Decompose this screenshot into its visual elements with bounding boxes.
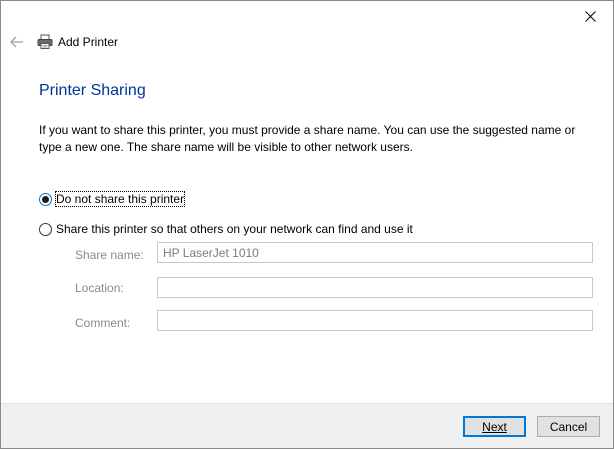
comment-label: Comment: (75, 316, 131, 330)
close-icon (584, 10, 596, 22)
next-button-label: Next (482, 419, 507, 434)
radio-share[interactable]: Share this printer so that others on you… (39, 222, 413, 236)
wizard-header: Add Printer (9, 32, 118, 52)
sharing-description: If you want to share this printer, you m… (39, 123, 576, 154)
share-name-label: Share name: (75, 248, 144, 262)
comment-input[interactable] (157, 310, 593, 331)
add-printer-window: Add Printer Printer Sharing If you want … (0, 0, 614, 449)
cancel-button-label: Cancel (549, 419, 588, 434)
page-title: Printer Sharing (39, 82, 146, 99)
radio-no-share-button[interactable] (39, 192, 52, 206)
radio-share-button[interactable] (39, 222, 52, 236)
location-label: Location: (75, 281, 124, 295)
radio-no-share-label[interactable]: Do not share this printer (54, 191, 186, 207)
radio-no-share[interactable]: Do not share this printer (39, 191, 186, 207)
window-title: Add Printer (58, 35, 119, 49)
wizard-footer: Next Cancel (1, 403, 613, 448)
back-arrow-icon[interactable] (9, 34, 25, 50)
cancel-button[interactable]: Cancel (537, 416, 600, 437)
radio-share-label[interactable]: Share this printer so that others on you… (56, 222, 413, 236)
location-input[interactable] (157, 277, 593, 298)
next-button[interactable]: Next (463, 416, 526, 437)
printer-icon (37, 34, 53, 50)
close-button[interactable] (567, 1, 613, 31)
share-name-input[interactable] (157, 242, 593, 263)
